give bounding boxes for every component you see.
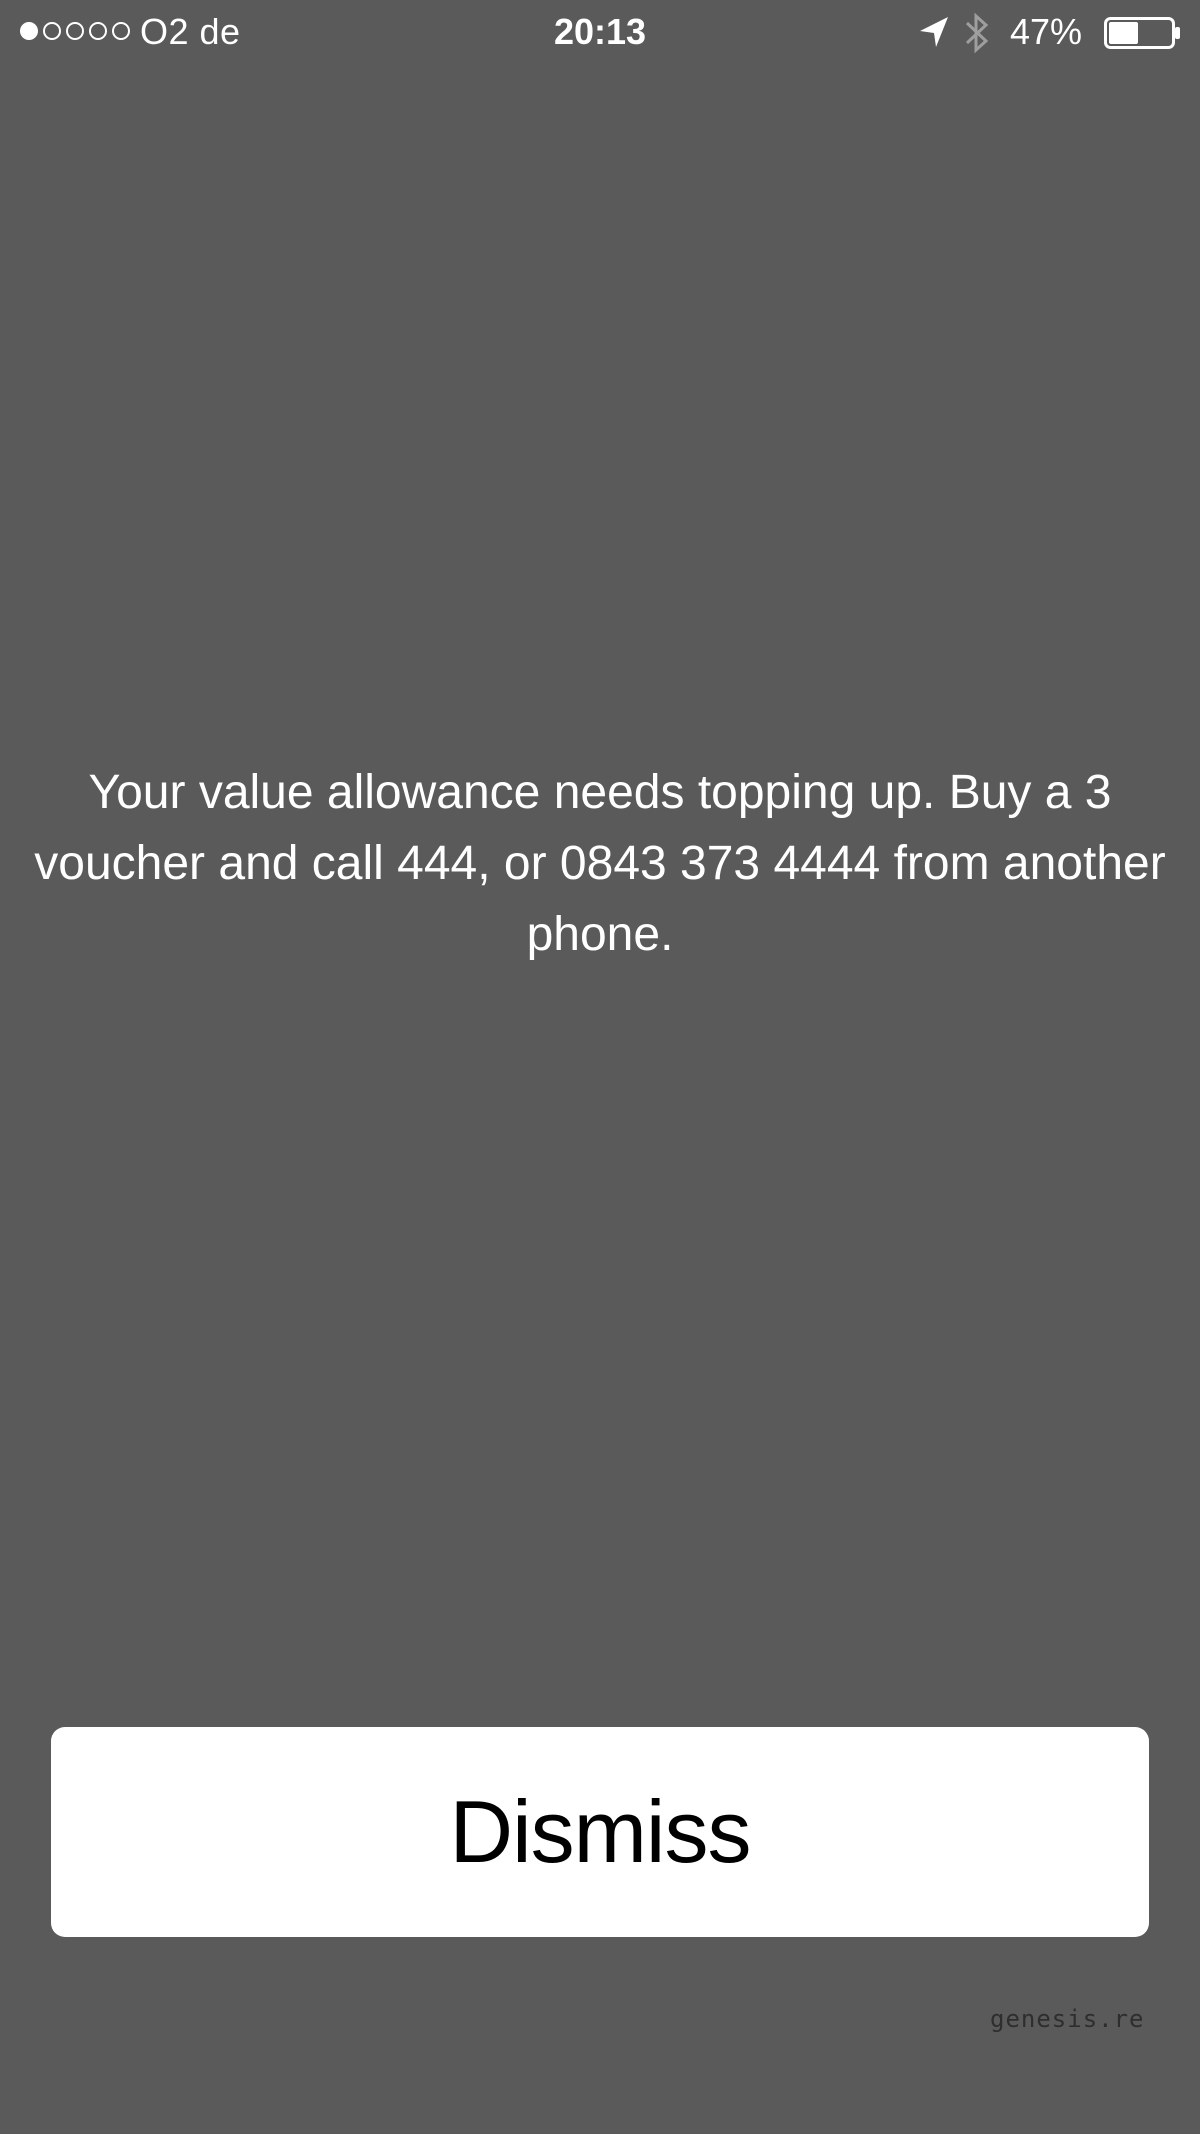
bluetooth-icon bbox=[965, 12, 989, 54]
dismiss-button[interactable]: Dismiss bbox=[51, 1727, 1149, 1937]
watermark: genesis.re bbox=[990, 2005, 1145, 2033]
battery-level-fill bbox=[1109, 22, 1138, 44]
alert-message: Your value allowance needs topping up. B… bbox=[34, 766, 1166, 961]
battery-icon bbox=[1104, 17, 1180, 49]
battery-percentage: 47% bbox=[1010, 11, 1083, 52]
location-arrow-icon bbox=[920, 17, 948, 47]
dismiss-button-label: Dismiss bbox=[449, 1782, 752, 1881]
status-bar: O2 de 20:13 47% bbox=[0, 0, 1200, 66]
